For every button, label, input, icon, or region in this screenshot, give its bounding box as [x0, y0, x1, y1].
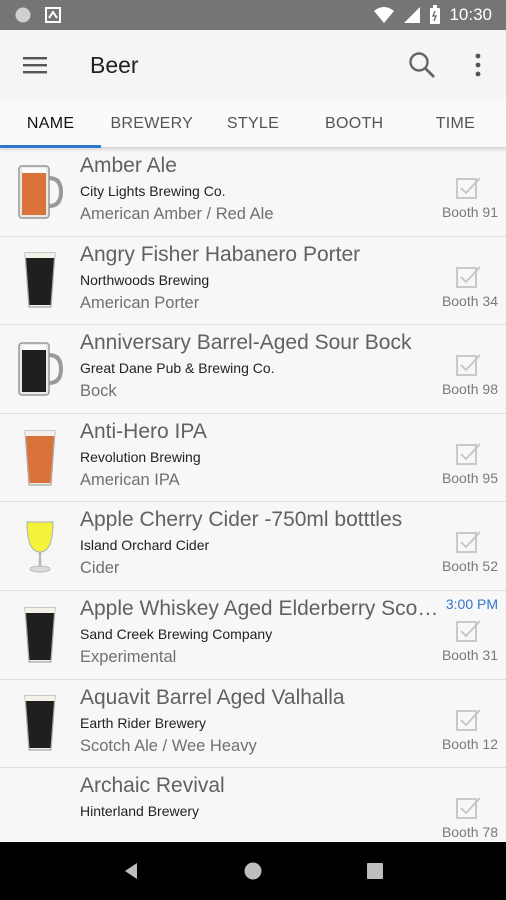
app-bar: Beer	[0, 30, 506, 100]
checkbox-icon[interactable]	[456, 353, 482, 377]
home-icon[interactable]	[243, 861, 263, 881]
beer-name: Archaic Revival	[80, 774, 225, 798]
pint-glass-icon	[24, 252, 56, 308]
beer-name: Apple Whiskey Aged Elderberry Scotch Ale	[80, 596, 440, 620]
more-vert-icon	[475, 53, 481, 77]
checkbox-icon[interactable]	[456, 442, 482, 466]
tab-brewery[interactable]: BREWERY	[101, 100, 202, 147]
beer-row[interactable]: Aquavit Barrel Aged Valhalla Earth Rider…	[0, 680, 506, 769]
beer-name: Aquavit Barrel Aged Valhalla	[80, 685, 345, 709]
wine-glass-icon	[26, 521, 54, 573]
beer-mug-icon	[18, 342, 63, 396]
battery-icon	[430, 5, 441, 24]
beer-row[interactable]: Archaic Revival Hinterland Brewery Booth…	[0, 768, 506, 842]
beer-glass	[0, 148, 80, 236]
booth-number: Booth 98	[441, 381, 498, 398]
beer-glass	[0, 502, 80, 590]
wifi-icon	[374, 7, 395, 23]
status-bar: 10:30	[0, 0, 506, 30]
checkbox-icon[interactable]	[456, 619, 482, 643]
beer-name: Angry Fisher Habanero Porter	[80, 242, 361, 266]
beer-glass	[0, 325, 80, 413]
pint-glass-icon	[24, 607, 56, 663]
recents-icon[interactable]	[366, 862, 384, 880]
beer-glass	[0, 414, 80, 502]
beer-row[interactable]: Anti-Hero IPA Revolution Brewing America…	[0, 414, 506, 503]
sort-tabs: NAME BREWERY STYLE BOOTH TIME	[0, 100, 506, 148]
booth-number: Booth 52	[441, 558, 498, 575]
tab-style[interactable]: STYLE	[202, 100, 303, 147]
page-title: Beer	[90, 51, 139, 78]
beer-name: Amber Ale	[80, 154, 177, 177]
checkbox-icon[interactable]	[456, 265, 482, 289]
booth-number: Booth 34	[441, 292, 498, 309]
booth-number: Booth 12	[441, 735, 498, 752]
overflow-menu-button[interactable]	[450, 30, 506, 100]
system-nav-bar	[0, 842, 506, 900]
beer-name: Anniversary Barrel-Aged Sour Bock	[80, 331, 412, 355]
beer-glass	[0, 768, 80, 842]
checkbox-icon[interactable]	[456, 708, 482, 732]
beer-row[interactable]: Amber Ale City Lights Brewing Co. Americ…	[0, 148, 506, 237]
tab-time[interactable]: TIME	[405, 100, 506, 147]
back-icon[interactable]	[122, 861, 140, 881]
beer-glass	[0, 680, 80, 768]
checkbox-icon[interactable]	[456, 530, 482, 554]
beer-row[interactable]: Apple Whiskey Aged Elderberry Scotch Ale…	[0, 591, 506, 680]
status-time: 10:30	[449, 5, 492, 24]
checkbox-icon[interactable]	[456, 796, 482, 820]
menu-button[interactable]	[0, 30, 70, 100]
booth-number: Booth 91	[441, 204, 498, 220]
tab-name[interactable]: NAME	[0, 100, 102, 148]
beer-row[interactable]: Angry Fisher Habanero Porter Northwoods …	[0, 237, 506, 326]
booth-number: Booth 31	[441, 646, 498, 663]
beer-row[interactable]: Apple Cherry Cider -750ml botttles Islan…	[0, 502, 506, 591]
checkbox-icon[interactable]	[456, 176, 482, 200]
booth-number: Booth 78	[441, 824, 498, 841]
notification-dot-icon	[15, 7, 31, 23]
beer-glass	[0, 591, 80, 679]
search-icon	[409, 52, 435, 78]
beer-mug-icon	[18, 165, 63, 219]
beer-name: Anti-Hero IPA	[80, 419, 207, 443]
app-notification-icon	[45, 7, 61, 23]
beer-glass	[0, 237, 80, 325]
beer-list: Amber Ale City Lights Brewing Co. Americ…	[0, 148, 506, 842]
pint-glass-icon	[24, 429, 56, 486]
pint-glass-icon	[24, 695, 56, 751]
beer-row[interactable]: Anniversary Barrel-Aged Sour Bock Great …	[0, 325, 506, 414]
tab-booth[interactable]: BOOTH	[304, 100, 405, 147]
hamburger-menu-icon	[23, 57, 47, 74]
booth-number: Booth 95	[441, 469, 498, 486]
beer-name: Apple Cherry Cider -750ml botttles	[80, 508, 403, 532]
tapping-time: 3:00 PM	[445, 595, 498, 612]
search-button[interactable]	[394, 30, 450, 100]
signal-icon	[404, 7, 421, 23]
